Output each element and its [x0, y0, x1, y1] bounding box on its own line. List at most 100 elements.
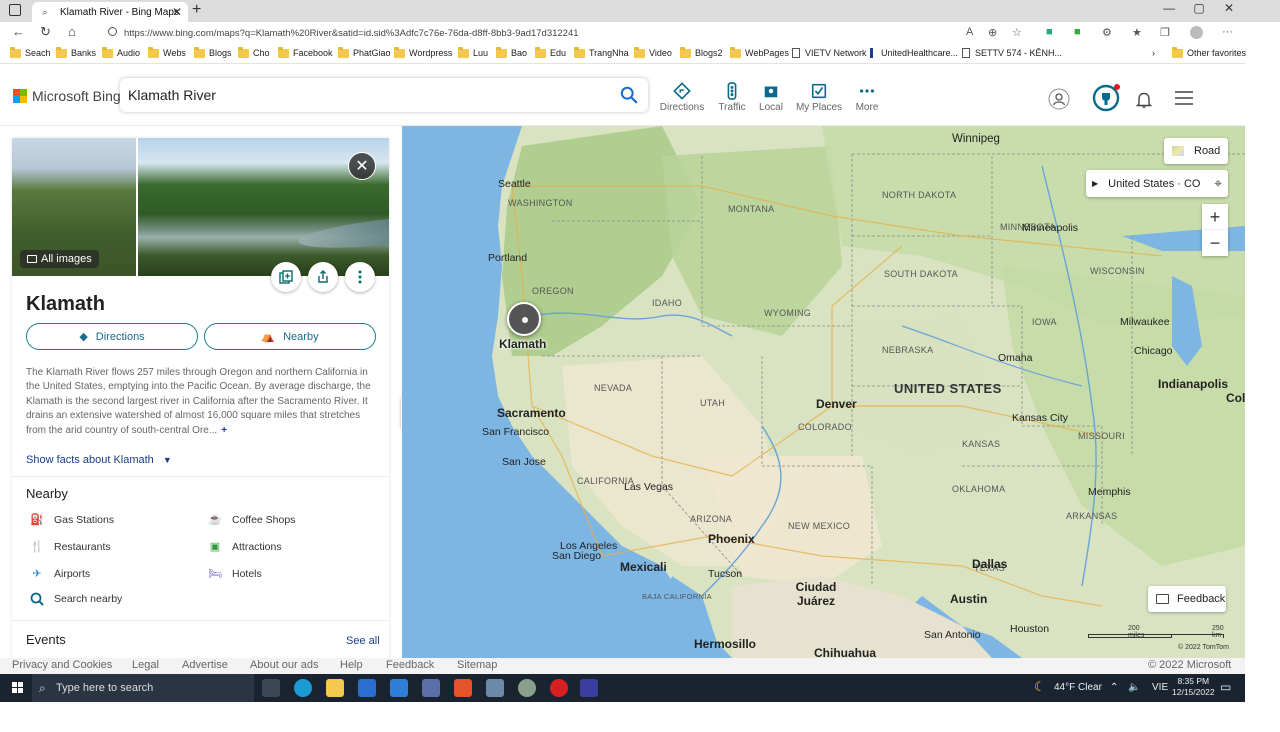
zoom-out-button[interactable]: −	[1202, 230, 1228, 256]
taskbar-search[interactable]: ⌕ Type here to search	[32, 674, 254, 702]
browser-tab[interactable]: ⌕ Klamath River - Bing Maps ✕	[32, 2, 188, 22]
bookmark-item[interactable]: SETTV 574 - KÊNH...	[962, 48, 1062, 58]
footer-link[interactable]: Help	[340, 659, 363, 671]
app-icon[interactable]	[518, 679, 536, 697]
map-feedback-button[interactable]: Feedback	[1148, 586, 1226, 612]
bookmark-item[interactable]: Luu	[458, 46, 488, 58]
extension-icon[interactable]: ■	[1046, 26, 1053, 38]
footer-link[interactable]: Feedback	[386, 659, 434, 671]
bookmark-item[interactable]: Seach	[10, 46, 51, 58]
calculator-icon[interactable]	[580, 679, 598, 697]
url-field[interactable]: https://www.bing.com/maps?q=Klamath%20Ri…	[100, 24, 950, 42]
brave-icon[interactable]	[454, 679, 472, 697]
sign-in-icon[interactable]	[1048, 88, 1070, 110]
bookmark-item[interactable]: Edu	[535, 46, 566, 58]
bookmark-item[interactable]: Video	[634, 46, 672, 58]
directions-button[interactable]: ◆ Directions	[26, 323, 198, 350]
search-input[interactable]	[128, 84, 608, 106]
close-panel-button[interactable]: ✕	[348, 152, 376, 180]
mail-icon[interactable]	[390, 679, 408, 697]
bookmark-item[interactable]: UnitedHealthcare...	[870, 48, 958, 58]
nearby-item-gas-stations[interactable]: ⛽ Gas Stations	[30, 513, 114, 527]
maximize-button[interactable]: ▢	[1184, 1, 1214, 15]
footer-link[interactable]: Advertise	[182, 659, 228, 671]
map-canvas[interactable]: WASHINGTON MONTANA NORTH DAKOTA MINNESOT…	[402, 126, 1245, 658]
all-images-button[interactable]: All images	[20, 250, 99, 268]
favorite-icon[interactable]: ☆	[1012, 26, 1022, 39]
app-icon[interactable]	[422, 679, 440, 697]
clock[interactable]: 8:35 PM 12/15/2022	[1172, 676, 1215, 698]
extension-green-icon[interactable]: ■	[1074, 26, 1081, 38]
bookmark-item[interactable]: Blogs2	[680, 46, 723, 58]
nearby-item-airports[interactable]: ✈ Airports	[30, 567, 90, 581]
file-explorer-icon[interactable]	[326, 679, 344, 697]
new-tab-button[interactable]: +	[192, 1, 201, 19]
volume-icon[interactable]: 🔈	[1128, 682, 1140, 693]
nearby-item-coffee-shops[interactable]: ☕ Coffee Shops	[208, 513, 295, 527]
tray-chevron-icon[interactable]: ⌃	[1110, 682, 1118, 693]
zoom-in-button[interactable]: +	[1202, 204, 1228, 230]
bookmark-item[interactable]: Audio	[102, 46, 140, 58]
share-button[interactable]	[308, 262, 338, 292]
more-options-button[interactable]	[345, 262, 375, 292]
show-facts-link[interactable]: Show facts about Klamath ▼	[26, 454, 172, 466]
profile-icon[interactable]	[1190, 26, 1203, 39]
save-place-button[interactable]	[271, 262, 301, 292]
back-icon[interactable]: ←	[12, 24, 25, 39]
refresh-icon[interactable]: ↻	[40, 24, 51, 40]
bookmark-item[interactable]: Other favorites	[1172, 46, 1246, 58]
zoom-icon[interactable]: ⊕	[988, 26, 997, 39]
nearby-button[interactable]: ⛺ Nearby	[204, 323, 376, 350]
bookmarks-overflow-icon[interactable]: ›	[1152, 48, 1155, 58]
hamburger-menu-icon[interactable]	[1174, 90, 1194, 106]
nearby-item-restaurants[interactable]: 🍴 Restaurants	[30, 540, 110, 554]
footer-link[interactable]: About our ads	[250, 659, 319, 671]
bookmark-item[interactable]: Blogs	[194, 46, 232, 58]
nearby-item-hotels[interactable]: 🛏 Hotels	[208, 567, 262, 581]
bookmark-item[interactable]: Banks	[56, 46, 96, 58]
store-icon[interactable]	[358, 679, 376, 697]
nav-more[interactable]: More	[837, 82, 897, 113]
collections-icon[interactable]: ❐	[1160, 26, 1170, 39]
bing-logo[interactable]: Microsoft Bing	[13, 88, 121, 104]
bookmark-item[interactable]: WebPages	[730, 46, 789, 58]
language-indicator[interactable]: VIE	[1152, 682, 1168, 693]
opera-icon[interactable]	[550, 679, 568, 697]
windows-start-icon[interactable]	[12, 682, 24, 694]
favorites-icon[interactable]: ★	[1132, 26, 1142, 39]
bookmark-item[interactable]: Webs	[148, 46, 186, 58]
location-pin[interactable]	[507, 302, 541, 336]
see-all-events-link[interactable]: See all	[346, 635, 380, 647]
location-breadcrumb[interactable]: ▶ United States · CO ⌖	[1086, 170, 1228, 197]
close-window-button[interactable]: ✕	[1214, 1, 1244, 15]
notification-center-icon[interactable]: ▭	[1220, 680, 1231, 694]
footer-link[interactable]: Privacy and Cookies	[12, 659, 112, 671]
notifications-icon[interactable]	[1136, 91, 1152, 109]
map-style-road-button[interactable]: Road	[1164, 138, 1228, 164]
bookmark-item[interactable]: Wordpress	[394, 46, 452, 58]
expand-description-button[interactable]: +	[221, 425, 227, 436]
search-nearby-link[interactable]: Search nearby	[30, 592, 122, 606]
extensions-icon[interactable]: ⚙	[1102, 26, 1112, 39]
read-aloud-icon[interactable]: A	[966, 26, 973, 38]
app-icon[interactable]	[486, 679, 504, 697]
close-tab-icon[interactable]: ✕	[172, 5, 182, 19]
locate-me-icon[interactable]: ⌖	[1214, 175, 1222, 192]
nearby-item-attractions[interactable]: ▣ Attractions	[208, 540, 282, 554]
bookmark-item[interactable]: Facebook	[278, 46, 333, 58]
task-view-icon[interactable]	[262, 679, 280, 697]
minimize-button[interactable]: —	[1154, 1, 1184, 15]
bookmark-item[interactable]: Cho	[238, 46, 270, 58]
home-icon[interactable]: ⌂	[68, 24, 76, 39]
weather-text[interactable]: 44°F Clear	[1054, 682, 1102, 693]
rewards-icon[interactable]	[1092, 84, 1120, 112]
bookmark-item[interactable]: PhatGiao	[338, 46, 391, 58]
edge-icon[interactable]	[294, 679, 312, 697]
tab-actions-icon[interactable]	[9, 4, 21, 16]
settings-menu-icon[interactable]: ···	[1222, 26, 1233, 38]
bookmark-item[interactable]: Bao	[496, 46, 527, 58]
bookmark-item[interactable]: TrangNha	[574, 46, 629, 58]
search-icon[interactable]	[620, 86, 638, 104]
footer-link[interactable]: Legal	[132, 659, 159, 671]
bookmark-item[interactable]: VIETV Network	[792, 48, 867, 58]
